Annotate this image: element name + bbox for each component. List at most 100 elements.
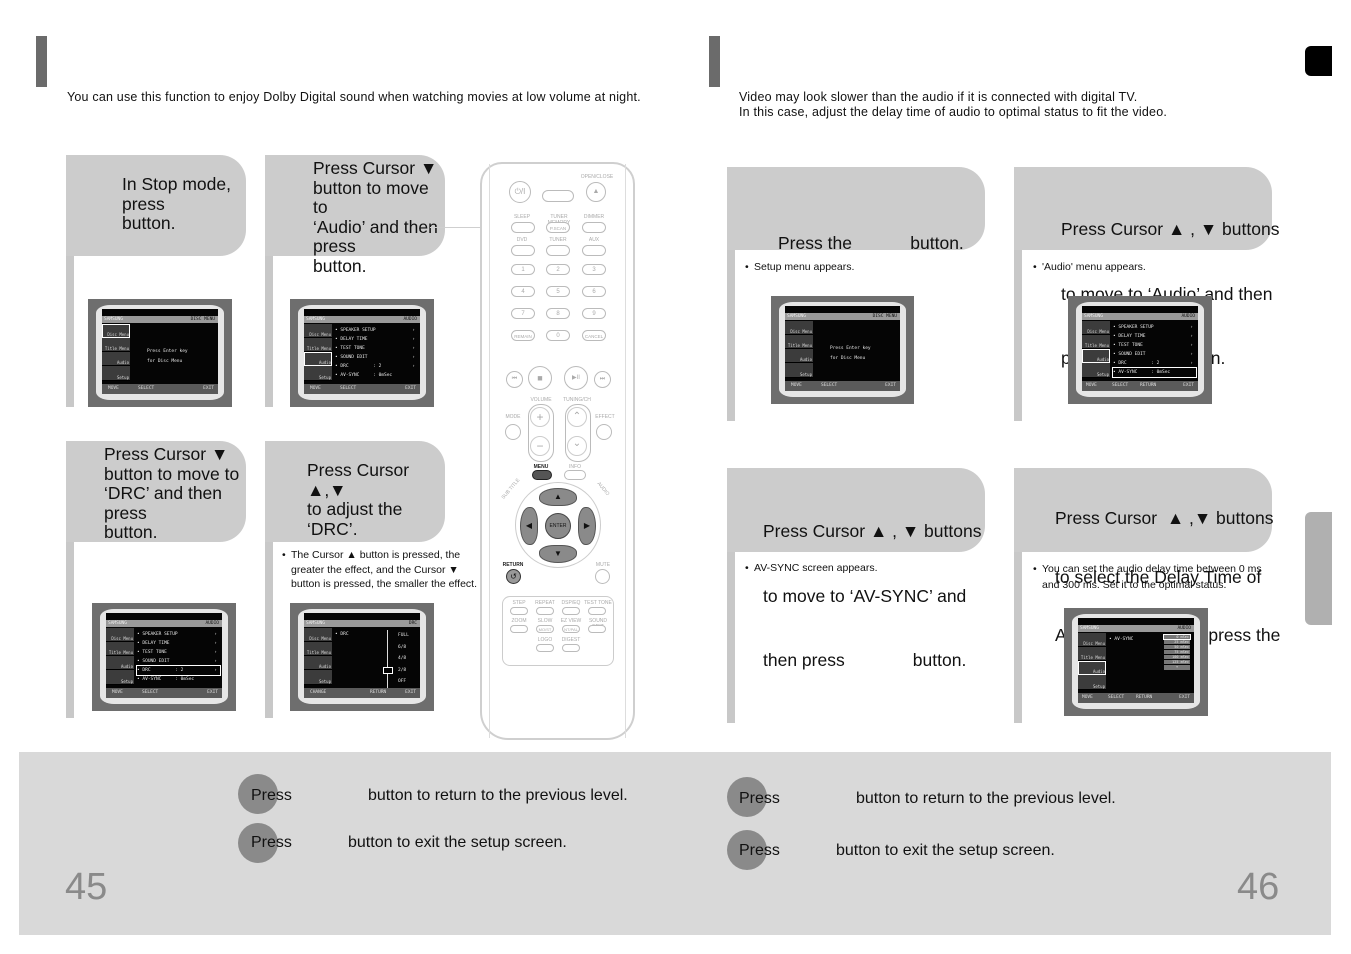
key-0[interactable]: 0 [546, 330, 570, 341]
play-pause-button[interactable]: ▶II [564, 366, 588, 390]
step-2-line-3: ‘Audio’ and then [313, 216, 438, 237]
step-r3-line-2: to move to ‘AV-SYNC’ and [763, 585, 967, 606]
cursor-down-button[interactable]: ▼ [539, 545, 577, 563]
tuning-down-button[interactable]: ⌄ [567, 436, 587, 456]
subtitle-label: SUB TITLE [500, 477, 522, 501]
info-button[interactable] [564, 470, 586, 480]
step-3-line-2: button to move to [104, 463, 240, 484]
dvd-label: DVD [516, 237, 528, 243]
remote-bottom-panel: STEP REPEAT DSP/EQ TEST TONE ZOOM SLOW E… [502, 596, 614, 666]
sleep-label: SLEEP [513, 214, 531, 220]
intro-right-line-2: In this case, adjust the delay time of a… [739, 105, 1168, 119]
key-5[interactable]: 5 [546, 286, 570, 297]
step-1-bubble: In Stop mode, press button. [66, 155, 246, 256]
menu-button[interactable] [532, 470, 552, 480]
sound-edit-button[interactable] [588, 625, 606, 633]
step-4-bubble: Press Cursor ▲,▼ to adjust the ‘DRC’. [265, 441, 445, 542]
step-2-bubble: Press Cursor ▼ button to move to ‘Audio’… [265, 155, 445, 275]
eject-button[interactable]: ▲ [586, 182, 606, 202]
step-r4-note-line-2: and 300 ms. Set it to the optimal status… [1042, 579, 1227, 591]
press-label-right-1: Press [739, 790, 780, 807]
slow-button[interactable]: MO/ST [536, 625, 554, 633]
step-2-line-1: Press Cursor ▼ [313, 158, 438, 178]
tv-screen-audio-drc: SAMSUNG AUDIO Disc Menu Title Menu Audio … [92, 603, 236, 711]
step-4-line-3: ‘DRC’. [307, 518, 358, 539]
open-close-label: OPEN/CLOSE [580, 174, 614, 180]
aux-button[interactable] [582, 245, 606, 256]
drc-slider-thumb [383, 667, 393, 674]
step-1-line-3: button. [122, 213, 176, 233]
step-r1-note-text: Setup menu appears. [754, 261, 855, 273]
cursor-up-button[interactable]: ▲ [539, 488, 577, 506]
enter-button[interactable]: ENTER [545, 513, 571, 539]
step-1-line-2: press [122, 193, 165, 214]
key-7[interactable]: 7 [511, 308, 535, 319]
volume-down-button[interactable]: − [530, 436, 550, 456]
display-button[interactable] [542, 190, 574, 202]
test-tone-label: TEST TONE [584, 600, 612, 606]
dvd-button[interactable] [511, 245, 535, 256]
mode-button[interactable] [505, 424, 521, 440]
cursor-right-button[interactable]: ▶ [578, 507, 596, 545]
step-button[interactable] [510, 607, 528, 615]
test-tone-button[interactable] [588, 607, 606, 615]
step-2-line-2: button to move to [313, 177, 429, 217]
step-r3-line-3: then press button. [763, 650, 967, 670]
key-4[interactable]: 4 [511, 286, 535, 297]
sleep-button[interactable] [511, 222, 535, 233]
step-r4-note-line-1: You can set the audio delay time between… [1042, 563, 1262, 575]
dimmer-label: DIMMER [583, 214, 605, 220]
repeat-button[interactable] [536, 607, 554, 615]
step-r3-note: • AV-SYNC screen appears. [745, 562, 878, 574]
mute-button[interactable] [595, 569, 610, 584]
step-r4-note: • You can set the audio delay time betwee… [1033, 563, 1262, 591]
prev-button[interactable]: ⏮ [506, 371, 523, 388]
dimmer-button[interactable] [582, 222, 606, 233]
pscan-button[interactable]: P.SCAN [546, 222, 570, 233]
tv-screen-audio-menu: SAMSUNG AUDIO Disc Menu Title Menu Audio … [290, 299, 434, 407]
tuner-button[interactable] [546, 245, 570, 256]
step-label: STEP [512, 600, 526, 606]
step-3-line-3: ‘DRC’ and then [104, 483, 223, 503]
key-9[interactable]: 9 [582, 308, 606, 319]
bottom-band [19, 752, 1331, 935]
return-button[interactable]: ↺ [506, 569, 521, 584]
step-1-line-1: In Stop mode, [122, 174, 231, 194]
ez-view-button[interactable]: NT/PAL [562, 625, 580, 633]
key-3[interactable]: 3 [582, 264, 606, 275]
remain-button[interactable]: REMAIN [511, 330, 535, 341]
tv-screen-audio-avsync: SAMSUNG AUDIO Disc Menu Title Menu Audio … [1068, 296, 1212, 404]
logo-button[interactable] [536, 644, 554, 652]
chapter-tab-black [1305, 46, 1332, 76]
step-3-line-4: press [104, 502, 147, 523]
step-4-line-1: Press Cursor ▲,▼ [307, 460, 410, 500]
cancel-button[interactable]: CANCEL [582, 330, 606, 341]
step-3-bubble: Press Cursor ▼ button to move to ‘DRC’ a… [66, 441, 246, 542]
step-4-note-line-3: button is pressed, the smaller the effec… [291, 578, 477, 590]
intro-text-left: You can use this function to enjoy Dolby… [67, 90, 641, 104]
mode-label: MODE [505, 414, 521, 420]
zoom-button[interactable] [510, 625, 528, 633]
tv-screen-setup-menu: SAMSUNG DISC MENU Disc Menu Title Menu Au… [771, 296, 914, 404]
intro-text-right: Video may look slower than the audio if … [739, 90, 1167, 120]
power-button[interactable]: ⏻/I [509, 181, 531, 203]
tuning-up-button[interactable]: ⌃ [567, 407, 587, 427]
slow-label: SLOW [537, 618, 553, 624]
key-2[interactable]: 2 [546, 264, 570, 275]
intro-right-line-1: Video may look slower than the audio if … [739, 90, 1138, 104]
tuning-label: TUNING/CH [563, 397, 591, 403]
key-6[interactable]: 6 [582, 286, 606, 297]
cursor-left-button[interactable]: ◀ [520, 507, 538, 545]
volume-up-button[interactable]: + [530, 407, 550, 427]
effect-button[interactable] [596, 424, 612, 440]
stop-button[interactable]: ■ [528, 366, 552, 390]
step-r1-bubble: Press the button. [727, 167, 985, 253]
digest-button[interactable] [562, 644, 580, 652]
key-8[interactable]: 8 [546, 308, 570, 319]
section-title-bar-left [36, 36, 47, 87]
dsp-eq-label: DSP/EQ [561, 600, 581, 606]
key-1[interactable]: 1 [511, 264, 535, 275]
dsp-eq-button[interactable] [562, 607, 580, 615]
step-4-line-2: to adjust the [307, 499, 403, 519]
next-button[interactable]: ⏭ [594, 371, 611, 388]
